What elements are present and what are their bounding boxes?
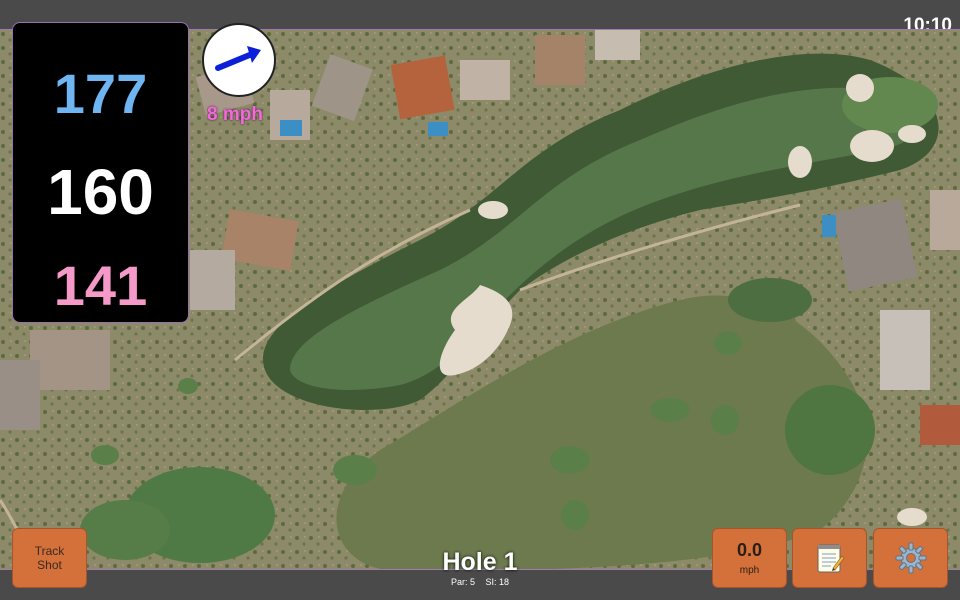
wind-unit: mph [739, 565, 760, 576]
wind-arrow-icon [215, 46, 261, 71]
wind-value: 0.0 [736, 540, 763, 560]
hole-par: Par: 5 [450, 577, 475, 587]
back-distance: 177 [53, 62, 148, 125]
wind-speed-button[interactable]: 0.0 mph [712, 528, 787, 588]
hole-stroke-index: SI: 18 [485, 577, 510, 587]
notepad-icon [817, 544, 844, 573]
settings-button[interactable] [873, 528, 948, 588]
distance-panel: 177 160 141 [12, 22, 189, 323]
front-distance: 141 [53, 254, 148, 317]
gear-icon [895, 542, 926, 574]
middle-distance: 160 [47, 156, 154, 228]
golf-gps-screen: 10:10 177 160 141 8 mph Track Shot Hole … [0, 0, 960, 600]
wind-direction-dial [202, 23, 276, 97]
wind-speed-label: 8 mph [207, 104, 263, 125]
notes-button[interactable] [792, 528, 867, 588]
